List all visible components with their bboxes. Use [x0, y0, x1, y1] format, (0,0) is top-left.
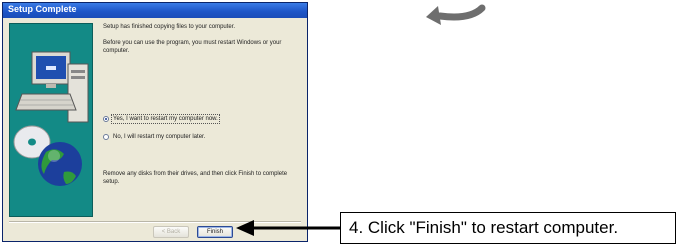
- back-button[interactable]: < Back: [153, 226, 189, 238]
- setup-illustration: [9, 23, 93, 217]
- radio-restart-later[interactable]: No, I will restart my computer later.: [103, 134, 205, 140]
- radio-restart-later-label[interactable]: No, I will restart my computer later.: [113, 134, 205, 140]
- radio-unselected-icon[interactable]: [103, 134, 109, 140]
- radio-restart-now[interactable]: Yes, I want to restart my computer now.: [103, 114, 220, 124]
- setup-complete-dialog: Setup Complete Setup has finished copyin…: [2, 2, 308, 242]
- callout-text: 4. Click "Finish" to restart computer.: [349, 218, 619, 237]
- dialog-titlebar: Setup Complete: [3, 3, 307, 18]
- instruction-callout: 4. Click "Finish" to restart computer.: [340, 212, 676, 244]
- message-finished: Setup has finished copying files to your…: [103, 24, 236, 30]
- message-remove-disks: Remove any disks from their drives, and …: [103, 171, 288, 185]
- dialog-separator: [9, 221, 301, 223]
- computer-globe-icon: [13, 51, 89, 186]
- dialog-title: Setup Complete: [8, 4, 77, 14]
- message-restart-required: Before you can use the program, you must…: [103, 40, 282, 54]
- radio-selected-icon[interactable]: [103, 116, 109, 122]
- finish-button[interactable]: Finish: [197, 226, 233, 238]
- radio-restart-now-label[interactable]: Yes, I want to restart my computer now.: [111, 114, 220, 124]
